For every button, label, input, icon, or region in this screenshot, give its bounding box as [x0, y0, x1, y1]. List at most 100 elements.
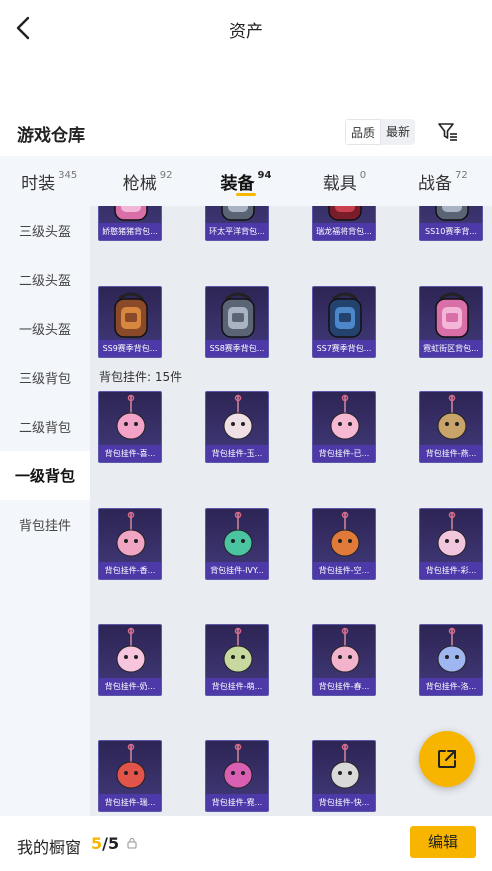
item-card[interactable]: SS7赛季背包... — [312, 286, 376, 358]
item-label: 瑞龙福将背包... — [313, 223, 375, 240]
pendant-icon — [437, 627, 467, 673]
item-card[interactable]: 背包挂件-喜... — [98, 391, 162, 463]
tab-vehicles[interactable]: 载具 0 — [295, 156, 393, 206]
item-card[interactable]: 背包挂件-彩... — [419, 508, 483, 580]
external-share-icon — [438, 750, 456, 768]
item-card[interactable]: 环太平洋背包... — [205, 206, 269, 241]
pendant-icon — [437, 394, 467, 440]
item-label: 娇憨猪猪背包... — [99, 223, 161, 240]
item-label: 背包挂件-燕... — [420, 445, 482, 462]
item-label: 背包挂件-空... — [313, 562, 375, 579]
item-label: 背包挂件-奶... — [99, 678, 161, 695]
sidebar-item-level2-backpack[interactable]: 二级背包 — [0, 402, 90, 451]
item-card[interactable]: SS10赛季背... — [419, 206, 483, 241]
pendant-icon — [116, 511, 146, 557]
item-label: 背包挂件-霓... — [206, 794, 268, 811]
item-card[interactable]: 背包挂件-洛... — [419, 624, 483, 696]
pendant-icon — [223, 627, 253, 673]
tab-label: 枪械 — [122, 173, 157, 194]
backpack-icon — [221, 292, 255, 338]
sidebar-item-level1-backpack[interactable]: 一级背包 — [0, 451, 90, 500]
backpack-icon — [114, 206, 148, 221]
showcase-label: 我的橱窗 — [17, 838, 82, 857]
item-card[interactable]: 背包挂件-霓... — [205, 740, 269, 812]
backpack-icon — [328, 292, 362, 338]
item-card[interactable]: 背包挂件-萌... — [205, 624, 269, 696]
backpack-icon — [114, 292, 148, 338]
pendant-icon — [330, 743, 360, 789]
item-card[interactable]: 背包挂件-玉... — [205, 391, 269, 463]
pendant-icon — [116, 394, 146, 440]
pendant-icon — [116, 627, 146, 673]
showcase-total: /5 — [102, 834, 120, 853]
item-label: 环太平洋背包... — [206, 223, 268, 240]
sidebar-item-level3-helmet[interactable]: 三级头盔 — [0, 206, 90, 255]
item-card[interactable]: SS8赛季背包... — [205, 286, 269, 358]
item-card[interactable]: 霓虹街区背包... — [419, 286, 483, 358]
tab-label: 时装 — [21, 173, 56, 194]
item-label: 背包挂件-快... — [313, 794, 375, 811]
backpack-icon — [221, 206, 255, 221]
item-grid: 背包挂件: 15件 娇憨猪猪背包... 环太平洋背包... 瑞龙福将背包... SS1… — [90, 206, 492, 816]
item-label: SS7赛季背包... — [313, 340, 375, 357]
tab-supplies[interactable]: 战备 72 — [394, 156, 492, 206]
sidebar-item-backpack-pendant[interactable]: 背包挂件 — [0, 500, 90, 549]
item-label: SS10赛季背... — [420, 223, 482, 240]
section-title: 游戏仓库 — [17, 126, 85, 146]
tab-count: 345 — [58, 169, 78, 181]
top-bar: 资产 — [0, 0, 492, 58]
pendant-icon — [223, 511, 253, 557]
item-label: 背包挂件-已... — [313, 445, 375, 462]
item-card[interactable]: 瑞龙福将背包... — [312, 206, 376, 241]
item-card[interactable]: 背包挂件-IVY... — [205, 508, 269, 580]
sidebar-item-level1-helmet[interactable]: 一级头盔 — [0, 304, 90, 353]
category-tabs: 时装 345 枪械 92 装备 94 载具 0 战备 72 — [0, 156, 492, 206]
item-label: 背包挂件-彩... — [420, 562, 482, 579]
tab-label: 载具 — [322, 173, 357, 194]
sidebar-item-level3-backpack[interactable]: 三级背包 — [0, 353, 90, 402]
item-label: 背包挂件-瑞... — [99, 794, 161, 811]
pendant-icon — [330, 511, 360, 557]
tab-count: 92 — [159, 169, 173, 181]
edit-button[interactable]: 编辑 — [410, 826, 476, 858]
item-card[interactable]: 背包挂件-春... — [312, 624, 376, 696]
tab-fashion[interactable]: 时装 345 — [0, 156, 98, 206]
item-card[interactable]: 背包挂件-空... — [312, 508, 376, 580]
pendant-icon — [330, 394, 360, 440]
page-title: 资产 — [229, 21, 263, 42]
tab-weapons[interactable]: 枪械 92 — [98, 156, 196, 206]
item-card[interactable]: 背包挂件-奶... — [98, 624, 162, 696]
showcase-count: 5/5 — [91, 834, 119, 853]
item-label: 背包挂件-春... — [313, 678, 375, 695]
item-label: 背包挂件-萌... — [206, 678, 268, 695]
item-card[interactable]: 背包挂件-快... — [312, 740, 376, 812]
pendant-icon — [330, 627, 360, 673]
lock-icon — [127, 837, 137, 849]
tab-count: 94 — [257, 169, 272, 181]
sidebar-item-level2-helmet[interactable]: 二级头盔 — [0, 255, 90, 304]
sort-quality-option[interactable]: 品质 — [345, 119, 382, 145]
item-label: SS8赛季背包... — [206, 340, 268, 357]
item-card[interactable]: 背包挂件-已... — [312, 391, 376, 463]
item-card[interactable]: 背包挂件-香... — [98, 508, 162, 580]
item-label: 背包挂件-喜... — [99, 445, 161, 462]
backpack-icon — [435, 292, 469, 338]
group-label-pendants: 背包挂件: 15件 — [99, 370, 183, 384]
chevron-left-icon[interactable] — [12, 14, 36, 42]
item-label: 背包挂件-IVY... — [206, 562, 268, 579]
item-card[interactable]: 背包挂件-燕... — [419, 391, 483, 463]
section-header: 游戏仓库 品质 最新 — [0, 112, 492, 152]
active-tab-indicator — [236, 193, 257, 196]
item-card[interactable]: 背包挂件-瑞... — [98, 740, 162, 812]
tab-label: 装备 — [220, 173, 255, 194]
item-card[interactable]: SS9赛季背包... — [98, 286, 162, 358]
sort-latest-option[interactable]: 最新 — [381, 119, 415, 145]
filter-icon[interactable] — [436, 120, 460, 144]
tab-equipment[interactable]: 装备 94 — [197, 156, 295, 206]
share-float-button[interactable] — [419, 731, 475, 787]
tab-count: 0 — [359, 169, 367, 181]
item-card[interactable]: 娇憨猪猪背包... — [98, 206, 162, 241]
item-label: 背包挂件-洛... — [420, 678, 482, 695]
showcase-current: 5 — [91, 834, 103, 853]
pendant-icon — [116, 743, 146, 789]
